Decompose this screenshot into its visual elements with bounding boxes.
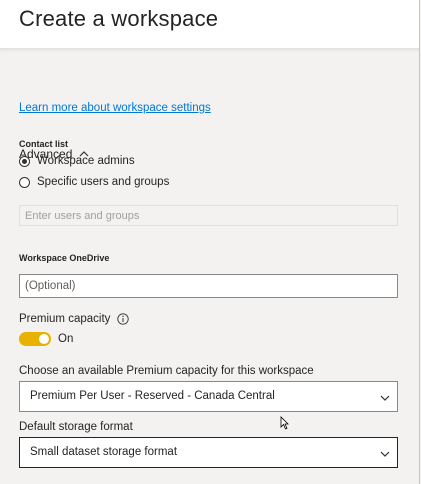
learn-more-link[interactable]: Learn more about workspace settings: [19, 102, 211, 114]
capacity-label: Choose an available Premium capacity for…: [19, 365, 314, 377]
settings-panel: Learn more about workspace settings Adva…: [0, 48, 420, 484]
radio-unchecked-icon: [19, 176, 30, 188]
radio-workspace-admins[interactable]: Workspace admins: [19, 155, 135, 167]
storage-format-dropdown[interactable]: Small dataset storage format: [19, 437, 398, 468]
chevron-down-icon: [380, 395, 390, 401]
radio-label: Specific users and groups: [37, 176, 170, 188]
capacity-value: Premium Per User - Reserved - Canada Cen…: [30, 390, 275, 402]
storage-format-label: Default storage format: [19, 421, 133, 433]
chevron-down-icon: [380, 451, 390, 457]
toggle-label: On: [58, 333, 74, 345]
radio-specific-users[interactable]: Specific users and groups: [19, 176, 169, 188]
page-title: Create a workspace: [19, 6, 219, 31]
premium-capacity-text: Premium capacity: [19, 313, 111, 325]
storage-format-value: Small dataset storage format: [30, 446, 178, 458]
radio-label: Workspace admins: [37, 155, 135, 167]
toggle-switch[interactable]: [19, 332, 51, 346]
contact-list-label: Contact list: [19, 139, 69, 149]
radio-checked-icon: [19, 155, 30, 167]
premium-capacity-label: Premium capacity: [19, 313, 130, 325]
onedrive-label: Workspace OneDrive: [19, 253, 110, 263]
capacity-dropdown[interactable]: Premium Per User - Reserved - Canada Cen…: [19, 381, 398, 412]
users-groups-input: Enter users and groups: [19, 205, 398, 226]
dialog-header: Create a workspace: [0, 0, 420, 48]
mouse-cursor-icon: [280, 416, 289, 430]
onedrive-input[interactable]: (Optional): [19, 274, 398, 298]
info-icon[interactable]: [117, 313, 130, 325]
premium-toggle[interactable]: On: [19, 332, 73, 346]
